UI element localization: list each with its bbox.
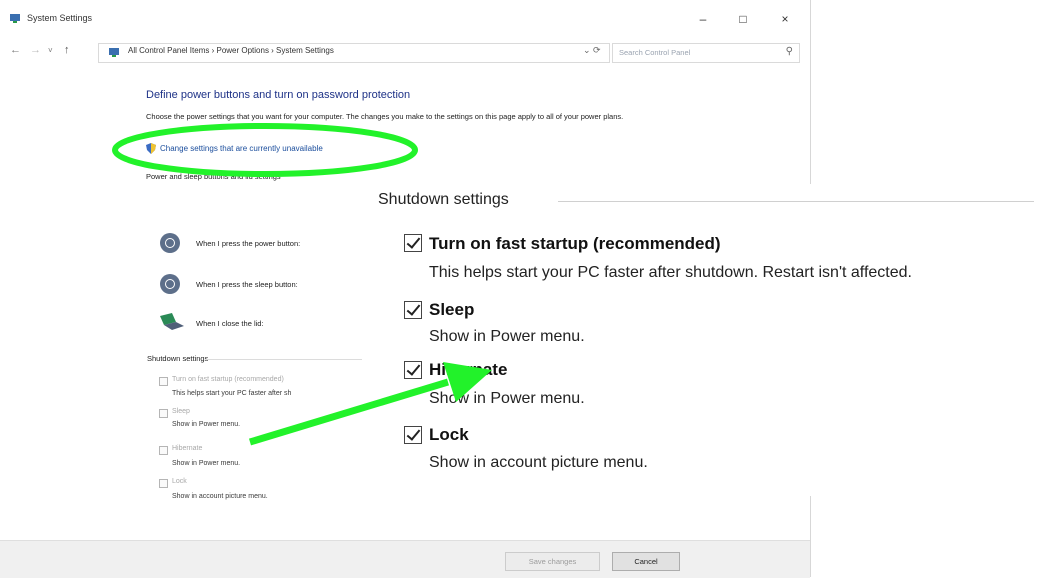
title-bar: System Settings – □ × [0, 0, 810, 34]
page-description: Choose the power settings that you want … [146, 112, 624, 121]
search-input[interactable]: Search Control Panel [619, 48, 690, 57]
hibernate-description: Show in Power menu. [429, 390, 585, 407]
hibernate-title: Hibernate [429, 360, 508, 379]
fast-startup-title: Turn on fast startup (recommended) [429, 234, 721, 253]
lock-small-desc: Show in account picture menu. [172, 493, 268, 500]
cancel-button[interactable]: Cancel [612, 552, 680, 571]
hibernate-small-desc: Show in Power menu. [172, 460, 241, 467]
sleep-checkbox[interactable] [404, 301, 422, 319]
power-button-label: When I press the power button: [196, 239, 301, 248]
hibernate-small-title: Hibernate [172, 445, 203, 452]
control-panel-icon [109, 48, 119, 57]
fast-startup-description: This helps start your PC faster after sh… [429, 264, 912, 281]
fast-startup-small-title: Turn on fast startup (recommended) [172, 376, 284, 383]
search-icon[interactable]: ⚲ [786, 46, 793, 57]
lock-title: Lock [429, 425, 469, 444]
lock-checkbox[interactable] [404, 426, 422, 444]
maximize-button[interactable]: □ [730, 8, 756, 30]
hibernate-checkbox[interactable] [404, 361, 422, 379]
sleep-small-title: Sleep [172, 408, 190, 415]
breadcrumb[interactable]: All Control Panel Items › Power Options … [128, 46, 334, 55]
zoom-divider [558, 201, 1034, 202]
lid-label: When I close the lid: [196, 319, 264, 328]
page-heading: Define power buttons and turn on passwor… [146, 89, 411, 101]
divider [205, 359, 365, 360]
refresh-icon[interactable]: ⌄ ⟳ [583, 45, 601, 56]
up-arrow-icon[interactable]: ↑ [64, 44, 70, 56]
shutdown-settings-zoom-callout: Shutdown settings Turn on fast startup (… [362, 184, 1038, 496]
window-title: System Settings [27, 13, 93, 23]
recent-chevron-icon[interactable]: ˅ [48, 46, 53, 55]
sleep-button-icon [160, 274, 180, 294]
forward-arrow-icon[interactable]: → [30, 44, 41, 56]
sleep-small-desc: Show in Power menu. [172, 421, 241, 428]
laptop-lid-icon [160, 313, 184, 330]
sleep-description: Show in Power menu. [429, 328, 585, 345]
sleep-checkbox-small[interactable] [159, 409, 168, 418]
change-settings-link[interactable]: Change settings that are currently unava… [160, 144, 323, 153]
power-button-icon [160, 233, 180, 253]
section-subheading: Power and sleep buttons and lid settings [146, 172, 281, 181]
uac-shield-icon [146, 143, 156, 154]
save-changes-button[interactable]: Save changes [505, 552, 600, 571]
lock-description: Show in account picture menu. [429, 454, 648, 471]
shutdown-settings-small-heading: Shutdown settings [147, 354, 209, 363]
footer-bar: Save changes Cancel [0, 540, 810, 578]
system-settings-icon [10, 14, 20, 23]
close-button[interactable]: × [772, 8, 798, 30]
fast-startup-checkbox[interactable] [404, 234, 422, 252]
lock-small-title: Lock [172, 478, 187, 485]
sleep-title: Sleep [429, 300, 475, 319]
minimize-button[interactable]: – [690, 8, 716, 30]
fast-startup-small-desc: This helps start your PC faster after sh [172, 390, 292, 397]
navigation-bar: ← → ˅ ↑ All Control Panel Items › Power … [0, 38, 810, 66]
zoom-heading: Shutdown settings [378, 191, 509, 208]
hibernate-checkbox-small[interactable] [159, 446, 168, 455]
fast-startup-checkbox-small[interactable] [159, 377, 168, 386]
search-box[interactable]: Search Control Panel ⚲ [612, 43, 800, 63]
lock-checkbox-small[interactable] [159, 479, 168, 488]
sleep-button-label: When I press the sleep button: [196, 280, 298, 289]
back-arrow-icon[interactable]: ← [10, 44, 21, 56]
